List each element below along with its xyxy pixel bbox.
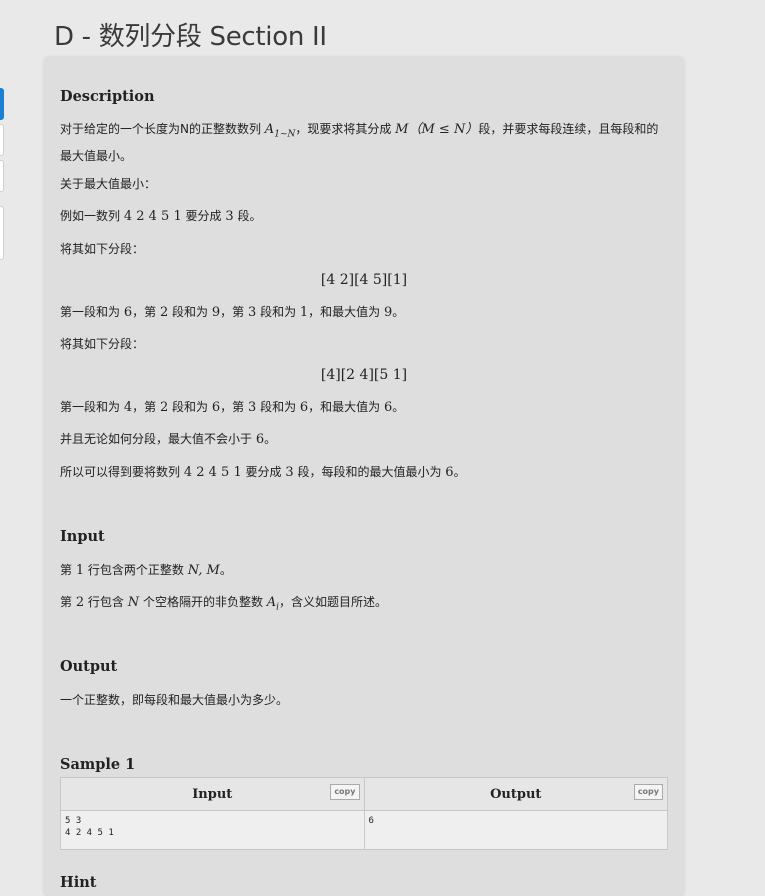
text: 。 <box>219 563 232 577</box>
problem-panel: Description 对于给定的一个长度为N的正整数数列 A1∼N，现要求将其… <box>44 56 684 896</box>
sample-heading: Sample 1 <box>60 756 136 773</box>
text: 段和为 <box>256 305 300 319</box>
copy-output-button[interactable]: copy <box>633 784 663 800</box>
text: 对于给定的一个长度为N的正整数数列 <box>60 122 265 136</box>
text: 例如一数列 <box>60 209 124 223</box>
math-M: M <box>395 122 409 137</box>
input-heading: Input <box>60 528 105 545</box>
output-heading: Output <box>60 658 118 675</box>
math-sequence: 4 2 4 5 1 <box>123 209 182 224</box>
sidebar-tab[interactable] <box>0 160 4 192</box>
text: 段。 <box>233 209 262 223</box>
text: 段，每段和的最大值最小为 <box>293 465 446 479</box>
math-number: 6 <box>211 400 221 415</box>
output-paragraph: 一个正整数，即每段和最大值最小为多少。 <box>60 693 289 707</box>
sidebar-tab[interactable] <box>0 206 4 260</box>
hint-heading: Hint <box>60 874 97 891</box>
sample-table: Input copy Output copy 5 3 4 2 4 5 1 6 <box>60 777 668 850</box>
text: 段和为 <box>256 400 300 414</box>
text: ，第 <box>220 400 248 414</box>
sidebar-tab-active[interactable] <box>0 88 4 120</box>
text: ，第 <box>220 305 248 319</box>
input-paragraph: 第 1 行包含两个正整数 N, M。 <box>60 560 668 581</box>
text: 。 <box>453 465 466 479</box>
math-vars: N, M <box>187 563 220 578</box>
text: ，现要求将其分成 <box>295 122 396 136</box>
description-paragraph: 将其如下分段： <box>60 337 145 351</box>
math-number: 4 <box>123 400 133 415</box>
math-number: 6 <box>299 400 309 415</box>
input-paragraph: 第 2 行包含 N 个空格隔开的非负整数 Ai，含义如题目所述。 <box>60 592 668 619</box>
text: 第一段和为 <box>60 400 124 414</box>
math-number: 2 <box>75 595 85 610</box>
math-A: A1∼N <box>264 122 296 140</box>
math-number: 3 <box>225 209 234 224</box>
text: ，含义如题目所述。 <box>279 595 388 609</box>
text: ，和最大值为 <box>308 305 384 319</box>
description-paragraph: 对于给定的一个长度为N的正整数数列 A1∼N，现要求将其分成 M（M ≤ N）段… <box>60 119 668 167</box>
text: 第 <box>60 563 76 577</box>
math-number: 1 <box>299 305 309 320</box>
math-number: 3 <box>285 465 294 480</box>
text: 。 <box>392 305 405 319</box>
display-math-split-2: [4][2 4][5 1] <box>320 367 408 383</box>
description-paragraph: 将其如下分段： <box>60 242 145 256</box>
sample-input-value[interactable]: 5 3 4 2 4 5 1 <box>60 810 365 850</box>
display-math-split-1: [4 2][4 5][1] <box>320 272 408 288</box>
description-paragraph: 例如一数列 4 2 4 5 1 要分成 3 段。 <box>60 206 668 227</box>
text: 第 <box>60 595 76 609</box>
text: 段和为 <box>168 400 212 414</box>
copy-input-button[interactable]: copy <box>330 784 360 800</box>
sample-input-header: Input copy <box>60 777 365 811</box>
math-number: 3 <box>247 305 257 320</box>
text: 要分成 <box>181 209 226 223</box>
math-Ai: Ai <box>266 595 279 613</box>
math-number: 1 <box>75 563 85 578</box>
math-condition: （M ≤ N） <box>408 122 479 137</box>
text: 行包含 <box>84 595 128 609</box>
math-number: 2 <box>159 400 169 415</box>
sample-output-label: Output <box>490 786 542 802</box>
text: ，和最大值为 <box>308 400 384 414</box>
math-number: 6 <box>255 432 265 447</box>
sample-input-label: Input <box>192 786 233 802</box>
text: 所以可以得到要将数列 <box>60 465 184 479</box>
sample-data-row: 5 3 4 2 4 5 1 6 <box>60 810 668 850</box>
description-paragraph: 所以可以得到要将数列 4 2 4 5 1 要分成 3 段，每段和的最大值最小为 … <box>60 462 668 483</box>
math-number: 6 <box>445 465 454 480</box>
description-paragraph: 并且无论如何分段，最大值不会小于 6。 <box>60 429 668 450</box>
math-number: 2 <box>159 305 169 320</box>
math-N: N <box>127 595 140 610</box>
text: 段和为 <box>168 305 212 319</box>
description-heading: Description <box>60 88 155 105</box>
math-number: 9 <box>211 305 221 320</box>
math-subscript: 1∼N <box>274 129 296 140</box>
page-title: D - 数列分段 Section II <box>54 22 327 52</box>
description-paragraph: 第一段和为 4，第 2 段和为 6，第 3 段和为 6，和最大值为 6。 <box>60 397 668 418</box>
text: 个空格隔开的非负整数 <box>139 595 267 609</box>
text: 。 <box>264 432 277 446</box>
description-paragraph: 第一段和为 6，第 2 段和为 9，第 3 段和为 1，和最大值为 9。 <box>60 302 668 323</box>
math-number: 3 <box>247 400 257 415</box>
sample-header-row: Input copy Output copy <box>60 777 668 811</box>
text: ，第 <box>132 400 160 414</box>
text: 要分成 <box>241 465 286 479</box>
sample-output-value[interactable]: 6 <box>363 810 668 850</box>
text: 行包含两个正整数 <box>84 563 188 577</box>
text: 第一段和为 <box>60 305 124 319</box>
sidebar-tab[interactable] <box>0 124 4 156</box>
math-var: A <box>264 122 275 137</box>
text: ，第 <box>132 305 160 319</box>
math-sequence: 4 2 4 5 1 <box>183 465 242 480</box>
description-paragraph: 关于最大值最小： <box>60 177 157 191</box>
text: 。 <box>392 400 405 414</box>
text: 并且无论如何分段，最大值不会小于 <box>60 432 256 446</box>
math-number: 6 <box>123 305 133 320</box>
math-var: A <box>266 595 277 610</box>
sample-output-header: Output copy <box>363 777 668 811</box>
